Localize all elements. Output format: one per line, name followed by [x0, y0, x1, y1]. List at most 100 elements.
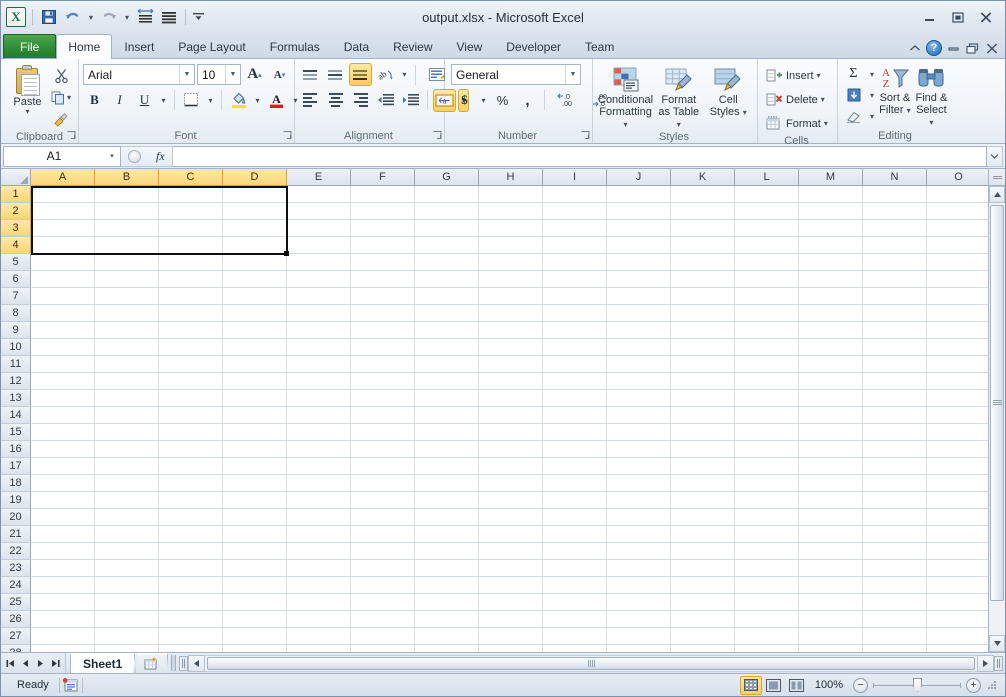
cell-D4[interactable]: [223, 237, 287, 254]
name-box[interactable]: A1 ▾: [3, 145, 121, 167]
cell-D27[interactable]: [223, 628, 287, 645]
tab-team[interactable]: Team: [573, 35, 626, 58]
cell-N16[interactable]: [863, 441, 927, 458]
customize-qat-button[interactable]: [191, 6, 205, 28]
cell-K12[interactable]: [671, 373, 735, 390]
cell-H7[interactable]: [479, 288, 543, 305]
autosum-button[interactable]: Σ: [842, 63, 865, 86]
undo-button[interactable]: [62, 6, 84, 28]
cell-H10[interactable]: [479, 339, 543, 356]
cell-F8[interactable]: [351, 305, 415, 322]
column-header-i[interactable]: I: [543, 169, 607, 185]
horizontal-split-box[interactable]: [179, 655, 189, 671]
cell-A13[interactable]: [31, 390, 95, 407]
cell-E21[interactable]: [287, 526, 351, 543]
cell-L20[interactable]: [735, 509, 799, 526]
cell-J20[interactable]: [607, 509, 671, 526]
cell-J11[interactable]: [607, 356, 671, 373]
cell-C8[interactable]: [159, 305, 223, 322]
cell-I14[interactable]: [543, 407, 607, 424]
redo-dropdown[interactable]: ▾: [122, 6, 132, 28]
cell-G4[interactable]: [415, 237, 479, 254]
cell-A6[interactable]: [31, 271, 95, 288]
cell-M13[interactable]: [799, 390, 863, 407]
cell-L7[interactable]: [735, 288, 799, 305]
accounting-dropdown[interactable]: ▾: [478, 89, 489, 112]
vertical-scroll-thumb[interactable]: [990, 205, 1004, 601]
cell-N19[interactable]: [863, 492, 927, 509]
borders-dropdown[interactable]: ▾: [205, 89, 216, 112]
cell-E9[interactable]: [287, 322, 351, 339]
row-header-12[interactable]: 12: [1, 373, 31, 390]
cell-O12[interactable]: [927, 373, 988, 390]
column-header-j[interactable]: J: [607, 169, 671, 185]
percent-style-button[interactable]: %: [491, 89, 514, 112]
cell-M27[interactable]: [799, 628, 863, 645]
cell-H23[interactable]: [479, 560, 543, 577]
cell-B17[interactable]: [95, 458, 159, 475]
cell-A7[interactable]: [31, 288, 95, 305]
cell-C5[interactable]: [159, 254, 223, 271]
cell-G12[interactable]: [415, 373, 479, 390]
column-header-f[interactable]: F: [351, 169, 415, 185]
cell-G18[interactable]: [415, 475, 479, 492]
cell-O26[interactable]: [927, 611, 988, 628]
cell-I9[interactable]: [543, 322, 607, 339]
cell-H26[interactable]: [479, 611, 543, 628]
cell-N25[interactable]: [863, 594, 927, 611]
cell-D14[interactable]: [223, 407, 287, 424]
cell-L10[interactable]: [735, 339, 799, 356]
cell-J9[interactable]: [607, 322, 671, 339]
cell-J8[interactable]: [607, 305, 671, 322]
cell-L3[interactable]: [735, 220, 799, 237]
cell-E14[interactable]: [287, 407, 351, 424]
cell-L8[interactable]: [735, 305, 799, 322]
cell-I17[interactable]: [543, 458, 607, 475]
font-color-button[interactable]: A: [265, 89, 288, 112]
column-header-g[interactable]: G: [415, 169, 479, 185]
cell-A20[interactable]: [31, 509, 95, 526]
cell-H6[interactable]: [479, 271, 543, 288]
cell-H16[interactable]: [479, 441, 543, 458]
cell-O15[interactable]: [927, 424, 988, 441]
cell-O7[interactable]: [927, 288, 988, 305]
cell-G3[interactable]: [415, 220, 479, 237]
cell-N21[interactable]: [863, 526, 927, 543]
cell-O28[interactable]: [927, 645, 988, 652]
cell-F14[interactable]: [351, 407, 415, 424]
cell-F9[interactable]: [351, 322, 415, 339]
cell-D16[interactable]: [223, 441, 287, 458]
row-header-7[interactable]: 7: [1, 288, 31, 305]
normal-view-button[interactable]: [739, 675, 762, 695]
cell-C25[interactable]: [159, 594, 223, 611]
cell-E16[interactable]: [287, 441, 351, 458]
cell-F22[interactable]: [351, 543, 415, 560]
cell-N14[interactable]: [863, 407, 927, 424]
cell-A5[interactable]: [31, 254, 95, 271]
cell-L23[interactable]: [735, 560, 799, 577]
cell-F12[interactable]: [351, 373, 415, 390]
cell-E24[interactable]: [287, 577, 351, 594]
cell-O3[interactable]: [927, 220, 988, 237]
cell-H21[interactable]: [479, 526, 543, 543]
cell-J4[interactable]: [607, 237, 671, 254]
cell-B4[interactable]: [95, 237, 159, 254]
cell-G7[interactable]: [415, 288, 479, 305]
minimize-ribbon-button[interactable]: [907, 41, 922, 56]
row-header-21[interactable]: 21: [1, 526, 31, 543]
row-header-18[interactable]: 18: [1, 475, 31, 492]
cell-E23[interactable]: [287, 560, 351, 577]
number-format-combo[interactable]: General ▼: [451, 64, 581, 85]
cell-J26[interactable]: [607, 611, 671, 628]
clear-dropdown[interactable]: ▾: [867, 105, 877, 128]
cell-M28[interactable]: [799, 645, 863, 652]
cell-H8[interactable]: [479, 305, 543, 322]
column-header-d[interactable]: D: [223, 169, 287, 185]
cell-E8[interactable]: [287, 305, 351, 322]
italic-button[interactable]: I: [108, 89, 131, 112]
cell-M3[interactable]: [799, 220, 863, 237]
horizontal-scroll-thumb[interactable]: [207, 656, 975, 670]
cell-B18[interactable]: [95, 475, 159, 492]
cell-L19[interactable]: [735, 492, 799, 509]
cell-N6[interactable]: [863, 271, 927, 288]
